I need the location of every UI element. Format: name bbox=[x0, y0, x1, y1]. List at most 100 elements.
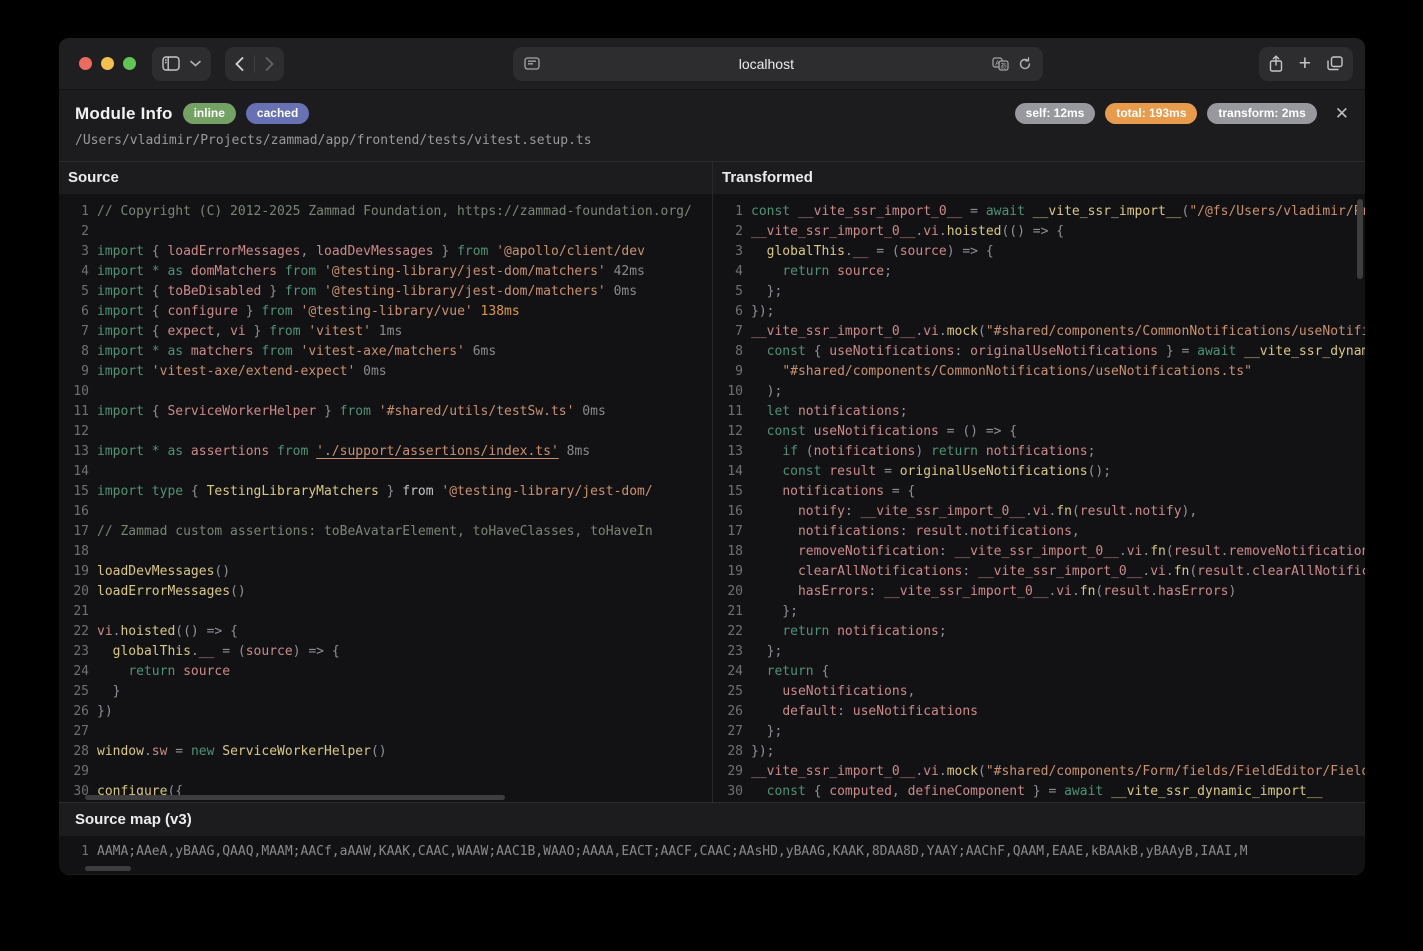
minimize-window-button[interactable] bbox=[101, 57, 114, 70]
code-token: __vite_ssr_import_0__ bbox=[978, 564, 1143, 579]
browser-toolbar: localhost あ A + bbox=[59, 38, 1365, 90]
code-token: "#shared/components/Form/fields/FieldEdi… bbox=[985, 764, 1365, 779]
code-token: result bbox=[915, 524, 963, 539]
line-number: 24 bbox=[73, 664, 89, 679]
code-line: 3 globalThis.__ = (source) => { bbox=[713, 244, 1365, 264]
page-format-icon[interactable] bbox=[524, 57, 541, 70]
code-token: . bbox=[143, 744, 152, 759]
code-token: . bbox=[938, 224, 947, 239]
code-token: 6ms bbox=[464, 344, 497, 359]
code-line: 21 bbox=[59, 604, 712, 624]
line-number: 17 bbox=[73, 524, 89, 539]
code-token: . bbox=[844, 244, 853, 259]
line-number: 11 bbox=[727, 404, 743, 419]
code-token: from bbox=[269, 324, 301, 339]
vertical-scrollbar[interactable] bbox=[1357, 199, 1363, 279]
code-token: default bbox=[782, 704, 838, 719]
chevron-left-icon bbox=[235, 56, 244, 71]
code-token: . bbox=[1071, 584, 1080, 599]
code-token: loadDevMessages bbox=[97, 564, 215, 579]
sidebar-menu-button[interactable] bbox=[190, 60, 201, 67]
code-token: '@testing-library/vue' bbox=[292, 304, 473, 319]
code-token: computed bbox=[829, 784, 892, 799]
line-number: 6 bbox=[81, 304, 89, 319]
code-token: ) bbox=[915, 444, 932, 459]
code-token: from bbox=[253, 344, 293, 359]
code-token: __vite_ssr_import_0__ bbox=[751, 764, 916, 779]
code-token: . bbox=[962, 524, 971, 539]
line-number: 21 bbox=[73, 604, 89, 619]
code-token: const bbox=[751, 204, 791, 219]
cached-badge: cached bbox=[245, 103, 310, 124]
code-token: (); bbox=[1087, 464, 1112, 479]
code-token: notifications bbox=[829, 624, 939, 639]
code-line: 6}); bbox=[713, 304, 1365, 324]
reload-button[interactable] bbox=[1018, 56, 1032, 71]
code-token: new bbox=[190, 744, 215, 759]
code-token: ServiceWorkerHelper bbox=[214, 744, 371, 759]
module-file-link[interactable]: './support/assertions/index.ts' bbox=[316, 444, 559, 459]
zoom-window-button[interactable] bbox=[123, 57, 136, 70]
code-token: = ( bbox=[214, 644, 246, 659]
line-number: 24 bbox=[727, 664, 743, 679]
line-number: 18 bbox=[73, 544, 89, 559]
code-token: __vite_ssr_dynamic_import__ bbox=[1244, 344, 1365, 359]
code-token: notify bbox=[1134, 504, 1182, 519]
code-line: 29 __vite_ssr_import_0__.vi.mock("#shared… bbox=[713, 764, 1365, 784]
code-token: import * as bbox=[97, 344, 184, 359]
code-token: . bbox=[1024, 504, 1033, 519]
code-token: result bbox=[1103, 584, 1151, 599]
code-token: source bbox=[245, 644, 293, 659]
code-token: '@testing-library/jest-dom/matchers' bbox=[316, 264, 606, 279]
code-token: (() => { bbox=[175, 624, 238, 639]
code-token: notifications bbox=[782, 484, 885, 499]
code-line: 24 return { bbox=[713, 664, 1365, 684]
chevron-right-icon bbox=[265, 56, 274, 71]
tabs-overview-button[interactable] bbox=[1327, 56, 1343, 71]
forward-button[interactable] bbox=[265, 56, 274, 71]
code-token: notifications bbox=[970, 524, 1072, 539]
line-number: 20 bbox=[727, 584, 743, 599]
url-bar[interactable]: localhost あ A bbox=[513, 46, 1044, 81]
code-token: = bbox=[167, 744, 191, 759]
line-number: 3 bbox=[735, 244, 743, 259]
translate-icon[interactable]: あ A bbox=[992, 56, 1009, 71]
timing-total-badge: total: 193ms bbox=[1105, 103, 1198, 124]
code-line: 14 bbox=[59, 464, 712, 484]
back-button[interactable] bbox=[235, 56, 244, 71]
sidebar-toggle-button[interactable] bbox=[162, 56, 180, 71]
code-token: fn bbox=[1173, 564, 1190, 579]
traffic-lights bbox=[79, 57, 136, 70]
code-line: 22 return notifications; bbox=[713, 624, 1365, 644]
code-token: defineComponent bbox=[907, 784, 1025, 799]
close-window-button[interactable] bbox=[79, 57, 92, 70]
code-token: loadErrorMessages bbox=[97, 584, 231, 599]
code-token: } bbox=[97, 684, 121, 699]
code-token: vi bbox=[230, 324, 246, 339]
code-token: } bbox=[316, 404, 340, 419]
source-horizontal-scrollbar[interactable] bbox=[85, 795, 505, 800]
close-button[interactable]: ✕ bbox=[1335, 105, 1349, 122]
new-tab-button[interactable]: + bbox=[1299, 53, 1311, 74]
code-token: useNotifications bbox=[852, 704, 978, 719]
code-token: matchers bbox=[183, 344, 254, 359]
code-line: 18 bbox=[59, 544, 712, 564]
code-token: = ( bbox=[868, 244, 900, 259]
share-button[interactable] bbox=[1269, 55, 1283, 72]
code-token: vi bbox=[1126, 544, 1143, 559]
url-text[interactable]: localhost bbox=[540, 56, 992, 72]
code-token: __vite_ssr_import_0__ bbox=[954, 544, 1119, 559]
code-line: 19 clearAllNotifications: __vite_ssr_imp… bbox=[713, 564, 1365, 584]
code-token: ; bbox=[899, 404, 908, 419]
transformed-code: 1 const __vite_ssr_import_0__ = await __v… bbox=[713, 194, 1365, 802]
line-number: 28 bbox=[73, 744, 89, 759]
code-token: source bbox=[899, 244, 947, 259]
code-panels: Source 1 // Copyright (C) 2012-2025 Zamma… bbox=[59, 162, 1365, 802]
sourcemap-horizontal-scrollbar[interactable] bbox=[85, 866, 131, 871]
